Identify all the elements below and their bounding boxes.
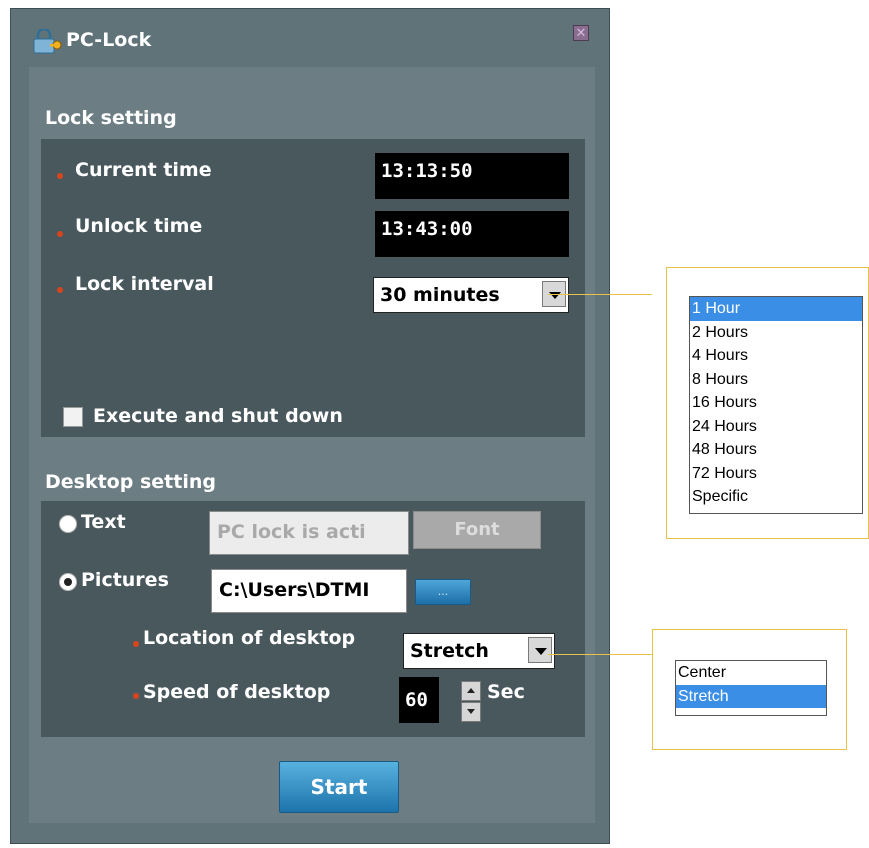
- interval-option[interactable]: 16 Hours: [690, 391, 862, 415]
- speed-stepper[interactable]: 60: [399, 677, 439, 723]
- desktop-setting-panel: Text PC lock is acti Font Pictures C:\Us…: [41, 501, 585, 737]
- font-button[interactable]: Font: [413, 511, 541, 549]
- window-title: PC-Lock: [66, 29, 152, 51]
- location-options-list: Center Stretch: [675, 660, 827, 716]
- execute-shutdown-label: Execute and shut down: [93, 405, 343, 427]
- bullet-icon: [133, 641, 139, 647]
- interval-option[interactable]: 24 Hours: [690, 415, 862, 439]
- start-button[interactable]: Start: [279, 761, 399, 813]
- title-bar: PC-Lock ✕: [11, 9, 609, 69]
- current-time-display: 13:13:50: [375, 153, 569, 199]
- location-value: Stretch: [410, 640, 489, 662]
- lock-setting-panel: Current time 13:13:50 Unlock time 13:43:…: [41, 139, 585, 437]
- lock-app-icon: [33, 29, 62, 54]
- interval-option[interactable]: 4 Hours: [690, 344, 862, 368]
- pc-lock-window: PC-Lock ✕ Lock setting Current time 13:1…: [10, 8, 610, 844]
- lock-interval-label: Lock interval: [75, 273, 214, 295]
- speed-label: Speed of desktop: [143, 681, 331, 703]
- bullet-icon: [57, 231, 63, 237]
- text-radio[interactable]: [59, 515, 77, 533]
- bullet-icon: [57, 287, 63, 293]
- unlock-time-label: Unlock time: [75, 215, 203, 237]
- interval-option[interactable]: 48 Hours: [690, 438, 862, 462]
- interval-option[interactable]: 72 Hours: [690, 462, 862, 486]
- interval-option[interactable]: 1 Hour: [690, 297, 862, 321]
- location-select[interactable]: Stretch: [403, 633, 555, 669]
- lock-interval-value: 30 minutes: [380, 284, 500, 306]
- browse-button[interactable]: ...: [415, 579, 471, 605]
- interval-option[interactable]: 2 Hours: [690, 321, 862, 345]
- window-body: Lock setting Current time 13:13:50 Unloc…: [29, 67, 595, 823]
- pictures-radio[interactable]: [59, 573, 77, 591]
- bullet-icon: [57, 173, 63, 179]
- speed-stepper-buttons: [461, 681, 481, 723]
- desktop-text-input[interactable]: PC lock is acti: [209, 511, 409, 555]
- execute-shutdown-checkbox[interactable]: [63, 407, 83, 427]
- arrow-down-icon[interactable]: [461, 702, 481, 722]
- current-time-label: Current time: [75, 159, 212, 181]
- close-button[interactable]: ✕: [573, 25, 589, 41]
- arrow-up-icon[interactable]: [461, 681, 481, 701]
- speed-unit: Sec: [487, 681, 525, 703]
- lock-interval-select[interactable]: 30 minutes: [373, 277, 569, 313]
- location-options-callout: Center Stretch: [652, 629, 847, 750]
- interval-options-callout: 1 Hour 2 Hours 4 Hours 8 Hours 16 Hours …: [666, 267, 869, 539]
- bullet-icon: [133, 693, 139, 699]
- unlock-time-field[interactable]: 13:43:00: [375, 211, 569, 257]
- location-option[interactable]: Center: [676, 661, 826, 685]
- text-radio-label: Text: [81, 511, 126, 533]
- close-icon: ✕: [575, 26, 587, 41]
- location-option[interactable]: Stretch: [676, 684, 826, 708]
- interval-option[interactable]: 8 Hours: [690, 368, 862, 392]
- callout-leader-line: [548, 654, 652, 655]
- chevron-down-icon[interactable]: [528, 637, 552, 663]
- pictures-path-input[interactable]: C:\Users\DTMI: [211, 569, 407, 613]
- lock-setting-title: Lock setting: [45, 107, 177, 129]
- interval-option[interactable]: Specific: [690, 485, 862, 509]
- desktop-setting-title: Desktop setting: [45, 471, 216, 493]
- callout-leader-line: [548, 294, 652, 295]
- location-label: Location of desktop: [143, 627, 356, 649]
- interval-options-list: 1 Hour 2 Hours 4 Hours 8 Hours 16 Hours …: [689, 296, 863, 514]
- pictures-radio-label: Pictures: [81, 569, 169, 591]
